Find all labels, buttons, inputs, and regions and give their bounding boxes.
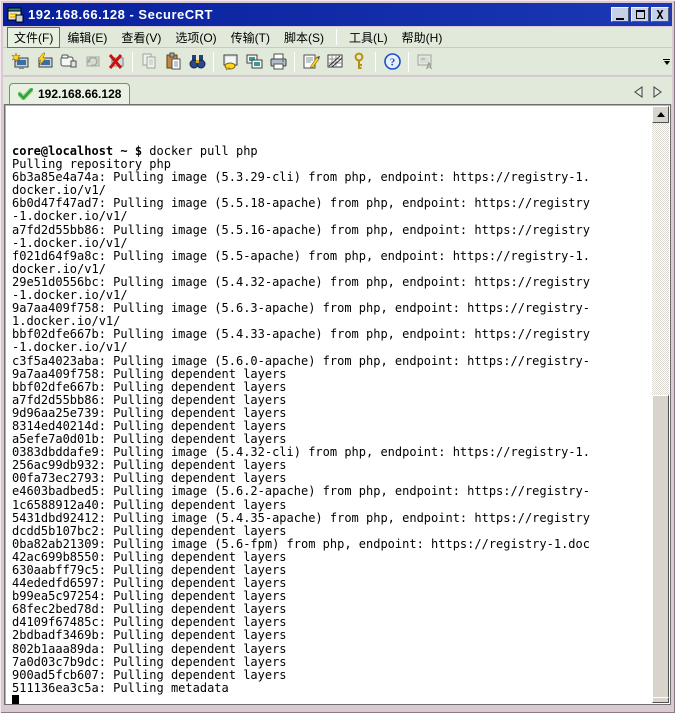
toolbar-separator	[408, 52, 409, 72]
terminal-output[interactable]: core@localhost ~ $ docker pull phpPullin…	[7, 105, 652, 704]
terminal-line: 5431dbd92412: Pulling image (5.4.35-apac…	[12, 512, 652, 525]
menu-item-6[interactable]: 工具(L)	[342, 27, 395, 48]
svg-text:A: A	[425, 61, 432, 71]
terminal-line: dcdd5b107bc2: Pulling dependent layers	[12, 525, 652, 538]
terminal-area[interactable]: core@localhost ~ $ docker pull phpPullin…	[4, 104, 671, 705]
overflow-icon	[663, 59, 670, 60]
terminal-line: 6b3a85e4a74a: Pulling image (5.3.29-cli)…	[12, 171, 652, 184]
chat-window-icon	[221, 52, 240, 71]
menu-item-1[interactable]: 编辑(E)	[60, 27, 114, 48]
terminal-line: -1.docker.io/v1/	[12, 210, 652, 223]
menu-separator	[336, 29, 337, 45]
resize-font-button[interactable]: A	[413, 50, 437, 74]
session-options-icon	[302, 52, 321, 71]
session-options-button[interactable]	[299, 50, 323, 74]
scroll-up-icon	[657, 112, 665, 117]
terminal-line: a7fd2d55bb86: Pulling dependent layers	[12, 394, 652, 407]
resize-font-icon: A	[416, 52, 435, 71]
connect-in-tab-button[interactable]	[56, 50, 80, 74]
menu-item-3[interactable]: 选项(O)	[168, 27, 223, 48]
toolbar-separator	[132, 52, 133, 72]
print-icon	[269, 52, 288, 71]
app-icon	[7, 7, 24, 23]
tab-scroll-left-button[interactable]	[634, 86, 643, 98]
keymap-editor-button[interactable]	[323, 50, 347, 74]
toolbar-separator	[213, 52, 214, 72]
terminal-cursor	[12, 695, 19, 704]
terminal-cursor-line	[12, 695, 652, 704]
menu-item-4[interactable]: 传输(T)	[224, 27, 277, 48]
minimize-icon	[616, 18, 624, 20]
ssh-keys-icon	[350, 52, 369, 71]
help-icon: ?	[383, 52, 402, 71]
connect-in-tab-icon	[59, 52, 78, 71]
menu-item-7[interactable]: 帮助(H)	[395, 27, 450, 48]
copy-icon	[140, 52, 159, 71]
tab-label: 192.168.66.128	[38, 87, 121, 101]
window-title: 192.168.66.128 - SecureCRT	[28, 7, 611, 22]
terminal-line: 802b1aaa89da: Pulling dependent layers	[12, 643, 652, 656]
connected-check-icon	[18, 88, 33, 100]
scrollbar-down-button[interactable]	[652, 697, 669, 703]
maximize-button[interactable]	[631, 7, 649, 22]
paste-button[interactable]	[161, 50, 185, 74]
terminal-line: 7a0d03c7b9dc: Pulling dependent layers	[12, 656, 652, 669]
copy-button[interactable]	[137, 50, 161, 74]
terminal-line: 9d96aa25e739: Pulling dependent layers	[12, 407, 652, 420]
find-button[interactable]	[185, 50, 209, 74]
scrollbar-up-button[interactable]	[652, 106, 669, 123]
print-button[interactable]	[266, 50, 290, 74]
toolbar-separator	[294, 52, 295, 72]
terminal-line: a7fd2d55bb86: Pulling image (5.5.16-apac…	[12, 224, 652, 237]
scrollbar-thumb[interactable]	[652, 395, 669, 701]
vertical-scrollbar[interactable]	[652, 106, 669, 703]
title-bar[interactable]: 192.168.66.128 - SecureCRT X	[3, 3, 672, 26]
terminal-line: 511136ea3c5a: Pulling metadata	[12, 682, 652, 695]
reconnect-button[interactable]	[80, 50, 104, 74]
paste-icon	[164, 52, 183, 71]
close-icon: X	[656, 9, 663, 21]
terminal-line: -1.docker.io/v1/	[12, 341, 652, 354]
reconnect-icon	[83, 52, 102, 71]
find-icon	[188, 52, 207, 71]
disconnect-button[interactable]	[104, 50, 128, 74]
menu-bar: 文件(F)编辑(E)查看(V)选项(O)传输(T)脚本(S) 工具(L)帮助(H)	[3, 27, 672, 48]
tile-windows-icon	[245, 52, 264, 71]
maximize-icon	[636, 10, 645, 19]
svg-text:?: ?	[389, 57, 395, 69]
session-tab[interactable]: 192.168.66.128	[9, 83, 130, 104]
terminal-line: docker.io/v1/	[12, 263, 652, 276]
toolbar: ? A	[3, 48, 672, 76]
securecrt-window: 192.168.66.128 - SecureCRT X 文件(F)编辑(E)查…	[0, 0, 675, 713]
menu-item-2[interactable]: 查看(V)	[114, 27, 168, 48]
terminal-line: e4603badbed5: Pulling image (5.6.2-apach…	[12, 485, 652, 498]
chat-window-button[interactable]	[218, 50, 242, 74]
tab-scroll-right-button[interactable]	[653, 86, 662, 98]
disconnect-icon	[107, 52, 126, 71]
keymap-editor-icon	[326, 52, 345, 71]
menu-item-5[interactable]: 脚本(S)	[277, 27, 331, 48]
terminal-line: bbf02dfe667b: Pulling dependent layers	[12, 381, 652, 394]
connect-icon	[11, 52, 30, 71]
terminal-line: 1c6588912a40: Pulling dependent layers	[12, 499, 652, 512]
toolbar-separator	[375, 52, 376, 72]
close-button[interactable]: X	[651, 7, 669, 22]
minimize-button[interactable]	[611, 7, 629, 22]
terminal-line: 9a7aa409f758: Pulling dependent layers	[12, 368, 652, 381]
terminal-line: 2bdbadf3469b: Pulling dependent layers	[12, 629, 652, 642]
tile-windows-button[interactable]	[242, 50, 266, 74]
terminal-line: -1.docker.io/v1/	[12, 237, 652, 250]
terminal-line: f021d64f9a8c: Pulling image (5.5-apache)…	[12, 250, 652, 263]
menu-item-0[interactable]: 文件(F)	[7, 27, 60, 48]
terminal-line: c3f5a4023aba: Pulling image (5.6.0-apach…	[12, 355, 652, 368]
ssh-keys-button[interactable]	[347, 50, 371, 74]
toolbar-overflow-button[interactable]	[663, 59, 670, 65]
quick-connect-button[interactable]	[32, 50, 56, 74]
help-button[interactable]: ?	[380, 50, 404, 74]
tab-bar: 192.168.66.128	[3, 77, 672, 104]
quick-connect-icon	[35, 52, 54, 71]
connect-button[interactable]	[8, 50, 32, 74]
terminal-line: 0ba82ab21309: Pulling image (5.6-fpm) fr…	[12, 538, 652, 551]
terminal-line: 900ad5fcb607: Pulling dependent layers	[12, 669, 652, 682]
